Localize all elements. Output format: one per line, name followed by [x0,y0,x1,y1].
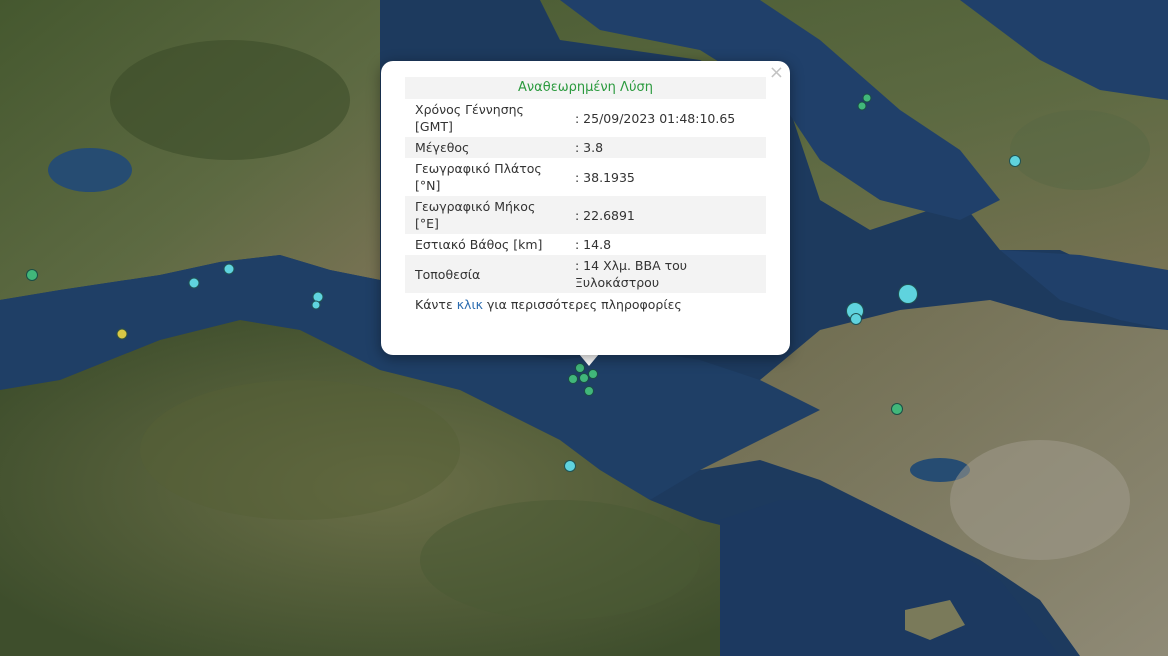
table-row: Τοποθεσία : 14 Χλμ. ΒΒΑ του Ξυλοκάστρου [405,255,766,293]
earthquake-marker[interactable] [850,313,862,325]
magnitude-label: Μέγεθος [405,137,565,158]
location-label: Τοποθεσία [405,255,565,293]
depth-label: Εστιακό Βάθος [km] [415,237,543,252]
longitude-value: : 22.6891 [565,196,766,234]
latitude-label: Γεωγραφικό Πλάτος [°N] [415,161,542,193]
longitude-label: Γεωγραφικό Μήκος [°E] [405,196,565,234]
more-info-suffix: για περισσότερες πληροφορίες [483,297,682,312]
earthquake-info-popup: × Αναθεωρημένη Λύση Χρόνος Γέννησης [GMT… [381,61,790,355]
table-row: Εστιακό Βάθος [km] : 14.8 [405,234,766,255]
earthquake-marker[interactable] [891,403,903,415]
origin-time-value: : 25/09/2023 01:48:10.65 [575,110,736,126]
popup-tip [579,354,599,366]
map[interactable]: × Αναθεωρημένη Λύση Χρόνος Γέννησης [GMT… [0,0,1168,656]
table-row: Γεωγραφικό Πλάτος [°N] : 38.1935 [405,158,766,196]
more-info-text: Κάντε κλικ για περισσότερες πληροφορίες [405,293,766,316]
earthquake-marker[interactable] [857,101,867,111]
earthquake-marker[interactable] [311,300,321,310]
earthquake-marker[interactable] [1009,155,1021,167]
earthquake-marker[interactable] [223,263,235,275]
more-info-link[interactable]: κλικ [457,297,483,312]
earthquake-marker[interactable] [564,460,576,472]
table-row: Γεωγραφικό Μήκος [°E] : 22.6891 [405,196,766,234]
earthquake-marker[interactable] [588,369,598,379]
table-row: Χρόνος Γέννησης [GMT] : 25/09/2023 01:48… [405,99,766,137]
more-info-prefix: Κάντε [415,297,457,312]
popup-title: Αναθεωρημένη Λύση [405,77,766,99]
close-icon[interactable]: × [769,63,784,83]
table-row: Μέγεθος : 3.8 [405,137,766,158]
magnitude-value: : 3.8 [565,137,766,158]
earthquake-marker[interactable] [898,284,918,304]
location-value: : 14 Χλμ. ΒΒΑ του Ξυλοκάστρου [565,255,766,293]
origin-time-label: Χρόνος Γέννησης [GMT] [415,102,524,134]
depth-value: : 14.8 [575,237,612,252]
earthquake-marker[interactable] [26,269,38,281]
info-table: Χρόνος Γέννησης [GMT] : 25/09/2023 01:48… [405,99,766,293]
earthquake-marker[interactable] [188,277,200,289]
latitude-value: : 38.1935 [575,169,635,185]
earthquake-marker[interactable] [568,374,578,384]
earthquake-marker[interactable] [116,328,128,340]
earthquake-marker[interactable] [584,386,594,396]
